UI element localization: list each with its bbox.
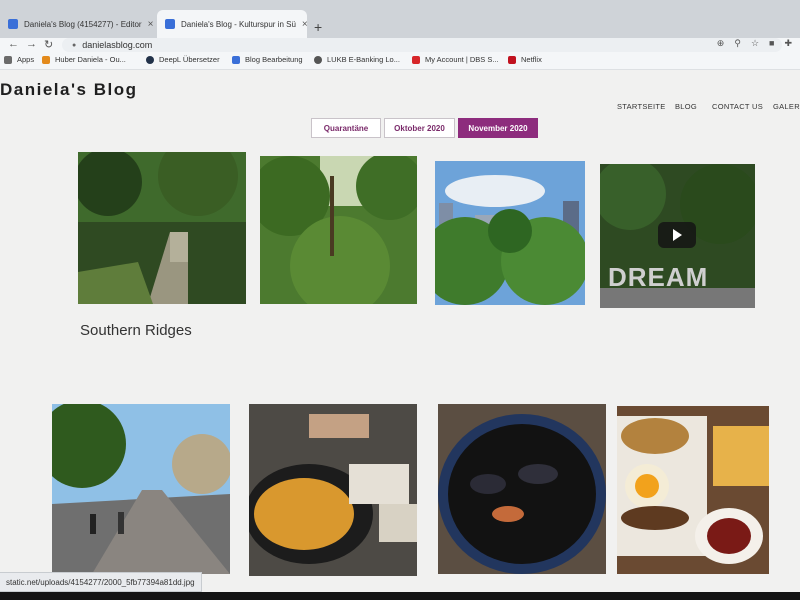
extensions-icon[interactable]: ■ <box>769 38 774 49</box>
zoom-icon[interactable]: ⊕ <box>717 38 725 49</box>
toolbar-icons: ⊕ ⚲ ☆ ■ ✚ <box>717 38 792 49</box>
forest-stairs-image <box>78 152 246 304</box>
tab-title: Daniela's Blog - Kulturspur in Sü <box>181 19 296 29</box>
gallery-photo-skyline-trees[interactable] <box>435 161 585 305</box>
bookmarks-bar: Apps Huber Daniela - Ou... DeepL Überset… <box>0 52 800 70</box>
bookmark-star-icon[interactable]: ☆ <box>751 38 759 49</box>
gallery-video-dream[interactable]: DREAM <box>600 164 755 308</box>
close-icon[interactable]: × <box>296 19 307 30</box>
fries-image <box>249 404 417 576</box>
browser-tab-bar: Daniela's Blog (4154277) - Editor × Dani… <box>0 0 800 38</box>
netflix-icon <box>508 55 516 64</box>
filter-november-2020[interactable]: November 2020 <box>458 118 538 138</box>
address-bar: ← → ↻ ● danielasblog.com ⊕ ⚲ ☆ ■ ✚ <box>0 38 800 52</box>
reload-icon[interactable]: ↻ <box>44 38 53 51</box>
bookmark-lukb[interactable]: LUKB E-Banking Lo... <box>314 55 400 64</box>
bookmark-label: DeepL Übersetzer <box>159 55 220 64</box>
blog-favicon-icon <box>8 19 18 29</box>
bookmark-label: Huber Daniela - Ou... <box>55 55 126 64</box>
gallery-photo-boardwalk[interactable] <box>52 404 230 574</box>
new-tab-button[interactable]: + <box>314 19 322 35</box>
bookmark-blog-edit[interactable]: Blog Bearbeitung <box>232 55 303 64</box>
bookmark-dbs[interactable]: My Account | DBS S... <box>412 55 499 64</box>
bookmark-label: Apps <box>17 55 35 64</box>
bookmark-label: Netflix <box>521 55 542 64</box>
boardwalk-image <box>52 404 230 574</box>
site-title[interactable]: Daniela's Blog <box>0 80 137 100</box>
status-bar-url: static.net/uploads/4154277/2000_5fb77394… <box>0 572 202 592</box>
nav-startseite[interactable]: STARTSEITE <box>617 102 666 111</box>
burger-image <box>617 406 769 574</box>
bookmark-label: LUKB E-Banking Lo... <box>327 55 400 64</box>
gallery-photo-fries[interactable] <box>249 404 417 576</box>
close-icon[interactable]: × <box>142 19 154 30</box>
filter-oktober-2020[interactable]: Oktober 2020 <box>384 118 455 138</box>
url-field[interactable]: ● danielasblog.com <box>62 38 782 52</box>
back-icon[interactable]: ← <box>8 38 19 50</box>
deepl-icon <box>146 55 154 64</box>
tab-title: Daniela's Blog (4154277) - Editor <box>24 19 142 29</box>
blog-favicon-icon <box>165 19 175 29</box>
nav-blog[interactable]: BLOG <box>675 102 697 111</box>
outlook-icon <box>42 55 50 64</box>
skyline-trees-image <box>435 161 585 305</box>
dbs-icon <box>412 55 420 64</box>
gallery-photo-jungle[interactable] <box>260 156 417 304</box>
bookmark-label: Blog Bearbeitung <box>245 55 303 64</box>
blog-favicon-icon <box>232 55 240 64</box>
tab-blog[interactable]: Daniela's Blog - Kulturspur in Sü × <box>157 10 307 38</box>
globe-icon <box>314 55 322 64</box>
lock-icon: ● <box>72 41 77 49</box>
play-icon[interactable] <box>658 222 696 248</box>
gallery-photo-burger[interactable] <box>617 406 769 574</box>
bookmark-apps[interactable]: Apps <box>4 55 34 64</box>
dream-sign-text: DREAM <box>608 262 709 292</box>
gallery-photo-forest-stairs[interactable] <box>78 152 246 304</box>
bookmark-netflix[interactable]: Netflix <box>508 55 542 64</box>
nav-galerie[interactable]: GALERIE <box>773 102 800 111</box>
mussels-image <box>438 404 606 574</box>
bookmark-deepl[interactable]: DeepL Übersetzer <box>146 55 220 64</box>
apps-grid-icon <box>4 55 12 64</box>
bookmark-label: My Account | DBS S... <box>425 55 499 64</box>
blog-page: Daniela's Blog STARTSEITE BLOG CONTACT U… <box>0 70 800 592</box>
nav-contact[interactable]: CONTACT US <box>712 102 763 111</box>
tab-editor[interactable]: Daniela's Blog (4154277) - Editor × <box>0 10 155 38</box>
bookmark-huber[interactable]: Huber Daniela - Ou... <box>42 55 126 64</box>
forward-icon[interactable]: → <box>26 38 37 50</box>
search-icon[interactable]: ⚲ <box>734 38 741 49</box>
url-text: danielasblog.com <box>82 40 153 50</box>
jungle-image <box>260 156 417 304</box>
gallery-title: Southern Ridges <box>80 322 192 339</box>
gallery-photo-mussels[interactable] <box>438 404 606 574</box>
monitor-bezel <box>0 592 800 600</box>
filter-quarantaene[interactable]: Quarantäne <box>311 118 381 138</box>
puzzle-icon[interactable]: ✚ <box>784 38 792 49</box>
